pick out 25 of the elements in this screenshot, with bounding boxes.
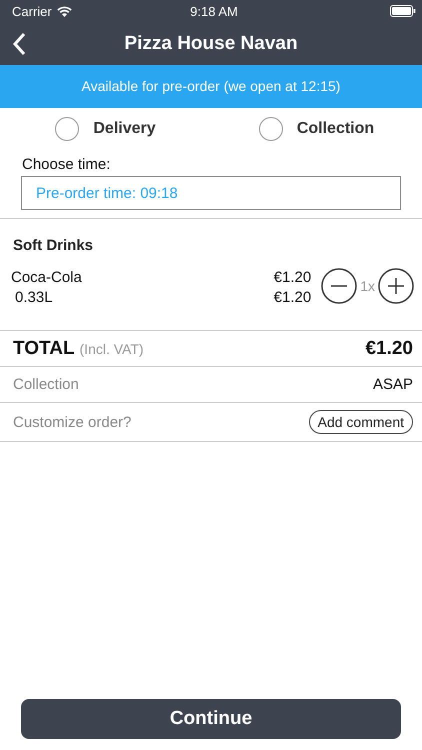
order-type-option[interactable]: Collection [211, 116, 422, 142]
preorder-banner: Available for pre-order (we open at 12:15) [0, 65, 422, 108]
order-type-option[interactable]: Delivery [0, 116, 211, 142]
minus-button[interactable] [321, 268, 358, 304]
collection-label: Collection [13, 376, 79, 393]
battery-icon [390, 5, 416, 17]
page-title: Pizza House Navan [124, 32, 298, 54]
continue-button[interactable]: Continue [21, 699, 401, 739]
add-comment-button[interactable]: Add comment [308, 410, 413, 434]
wifi-icon [56, 6, 72, 16]
total-label: TOTAL (Incl. VAT) [13, 338, 144, 360]
plus-button[interactable] [378, 268, 414, 304]
total-amount: €1.20 [365, 338, 413, 360]
item-quantity: 1x [360, 278, 375, 294]
item-name: Coca-Cola [11, 268, 83, 288]
back-icon[interactable] [12, 32, 26, 56]
item-price: €1.20 [274, 268, 312, 288]
category-heading: Soft Drinks [12, 236, 94, 256]
carrier-label: Carrier [12, 4, 52, 18]
item-size: 0.33L [14, 288, 54, 308]
status-time: 9:18 AM [190, 4, 238, 18]
customize-label: Customize order? [13, 414, 132, 430]
choose-time-label: Choose time: [21, 155, 112, 173]
item-line-total: €1.20 [274, 288, 312, 308]
collection-value: ASAP [372, 376, 413, 393]
